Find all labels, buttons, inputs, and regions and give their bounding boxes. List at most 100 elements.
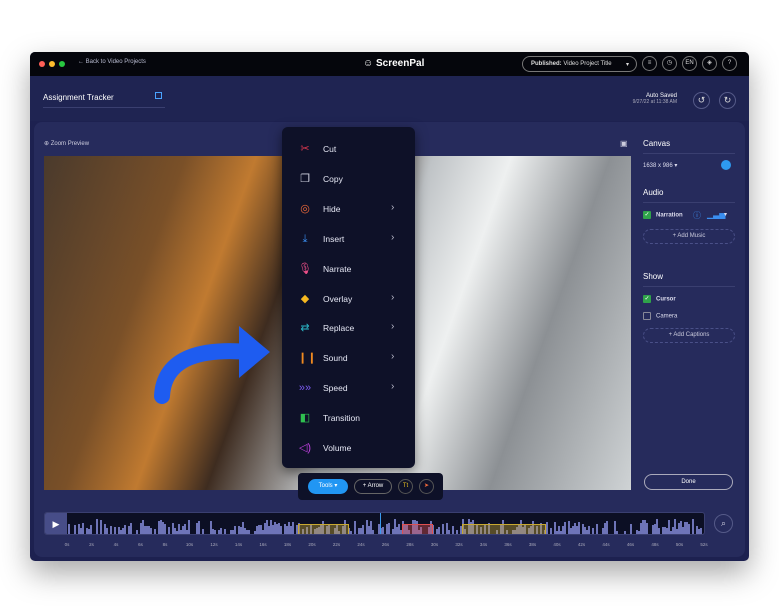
transition-icon: ◧: [299, 412, 311, 425]
timeline-zoom-button[interactable]: ⌕: [714, 514, 733, 533]
waveform-bar: [136, 529, 138, 534]
zoom-icon: ⊕: [44, 141, 51, 147]
maximize-window-button[interactable]: [59, 61, 65, 67]
cursor-label: Cursor: [656, 296, 676, 303]
timeline-tick-label: 6s: [138, 542, 143, 547]
waveform-bar: [606, 520, 608, 534]
add-music-label: Add Music: [677, 233, 706, 239]
narration-label: Narration: [656, 212, 683, 219]
menu-item-volume[interactable]: ◁) Volume: [282, 433, 415, 463]
camera-snapshot-icon[interactable]: ▣: [620, 139, 628, 148]
timeline-tick-label: 12s: [210, 542, 218, 547]
waveform-bar: [588, 526, 590, 534]
redo-button[interactable]: ↻: [719, 92, 736, 109]
waveform-bar: [198, 520, 200, 534]
annotation-toolbar: Tools ▾ + Arrow Tt ➤: [298, 473, 443, 500]
chevron-right-icon: ›: [391, 231, 395, 243]
waveform-bar: [442, 524, 444, 534]
volume-level-icon[interactable]: ▁▃▅: [707, 210, 725, 219]
insert-icon: ⤓: [302, 232, 308, 245]
back-link[interactable]: ← Back to Video Projects: [78, 59, 146, 65]
menu-item-label: Narrate: [323, 263, 352, 274]
timeline-tick-label: 44s: [602, 542, 610, 547]
sound-wave-icon: ❙❙: [298, 352, 317, 365]
menu-item-insert[interactable]: ⤓ Insert ›: [282, 224, 415, 254]
add-music-button[interactable]: + Add Music: [643, 229, 735, 244]
timeline-tick-label: 28s: [406, 542, 414, 547]
cursor-checkbox[interactable]: ✓: [643, 295, 651, 303]
history-icon[interactable]: ◷: [662, 56, 677, 71]
camera-checkbox[interactable]: [643, 312, 651, 320]
menu-item-cut[interactable]: ✂ Cut: [282, 134, 415, 164]
layers-icon[interactable]: ◈: [702, 56, 717, 71]
microphone-icon: 🎙: [298, 262, 312, 275]
menu-item-replace[interactable]: ⇄ Replace ›: [282, 313, 415, 343]
waveform-bar: [448, 529, 450, 534]
waveform-bar: [150, 527, 152, 534]
add-captions-button[interactable]: + Add Captions: [643, 328, 735, 343]
timeline-tick-label: 2s: [89, 542, 94, 547]
volume-icon: ◁): [298, 442, 312, 454]
canvas-size-dropdown[interactable]: 1638 x 986 ▾: [643, 160, 735, 170]
narration-checkbox[interactable]: ✓: [643, 211, 651, 219]
waveform-bar: [164, 524, 166, 534]
timeline-tick-label: 48s: [651, 542, 659, 547]
publish-dropdown[interactable]: Published: Video Project Title ▾: [522, 56, 637, 72]
menu-item-hide[interactable]: ◎ Hide ›: [282, 194, 415, 224]
canvas-section: Canvas 1638 x 986 ▾: [643, 139, 735, 170]
chevron-right-icon: ›: [391, 321, 395, 333]
waveform-bar: [74, 524, 76, 534]
waveform-bar: [106, 527, 108, 534]
close-window-button[interactable]: [39, 61, 45, 67]
timeline-tick-label: 20s: [308, 542, 316, 547]
timeline-tick-label: 30s: [430, 542, 439, 547]
timeline-tick-label: 18s: [283, 542, 292, 547]
cursor-tool-icon[interactable]: ➤: [419, 479, 434, 494]
project-title[interactable]: Assignment Tracker: [43, 93, 165, 108]
menu-item-label: Transition: [323, 413, 361, 424]
waveform-bar: [234, 526, 236, 534]
waveform-bar: [100, 519, 102, 534]
menu-item-transition[interactable]: ◧ Transition: [282, 403, 415, 433]
menu-item-sound[interactable]: ❙❙ Sound ›: [282, 343, 415, 373]
done-button[interactable]: Done: [644, 474, 733, 490]
waveform-bar: [280, 525, 282, 534]
timeline-segment[interactable]: [298, 524, 349, 534]
timeline[interactable]: ▶: [44, 512, 705, 535]
waveform-bar: [646, 522, 648, 534]
replace-icon: ⇄: [300, 322, 310, 335]
playhead[interactable]: [380, 513, 382, 534]
tools-button[interactable]: Tools ▾: [308, 479, 348, 494]
undo-button[interactable]: ↺: [693, 92, 710, 109]
waveform-bar: [624, 530, 626, 534]
info-icon[interactable]: ⓘ: [693, 210, 701, 221]
timeline-tick-label: 50s: [675, 542, 684, 547]
canvas-heading: Canvas: [643, 139, 735, 154]
add-captions-label: Add Captions: [673, 332, 710, 338]
text-tool-button[interactable]: Tt: [398, 479, 413, 494]
timeline-segment[interactable]: [402, 524, 434, 534]
language-button[interactable]: EN: [682, 56, 697, 71]
minimize-window-button[interactable]: [49, 61, 55, 67]
timeline-segment[interactable]: [462, 524, 546, 534]
edit-icon[interactable]: [155, 92, 162, 99]
show-heading: Show: [643, 272, 735, 287]
chevron-right-icon: ›: [391, 291, 395, 303]
menu-item-copy[interactable]: ❐ Copy: [282, 164, 415, 194]
menu-item-label: Hide: [323, 203, 341, 214]
waveform-bar: [188, 520, 190, 534]
timeline-tick-label: 46s: [626, 542, 635, 547]
timeline-tick-label: 38s: [528, 542, 537, 547]
menu-item-narrate[interactable]: 🎙 Narrate: [282, 254, 415, 284]
list-icon[interactable]: ≡: [642, 56, 657, 71]
canvas-color-swatch[interactable]: [721, 160, 731, 170]
tools-menu: ✂ Cut ❐ Copy ◎ Hide › ⤓ Insert › 🎙 Narrate ◆ Overlay ›…: [282, 127, 415, 468]
menu-item-overlay[interactable]: ◆ Overlay ›: [282, 284, 415, 314]
help-icon[interactable]: ?: [722, 56, 737, 71]
zoom-preview-button[interactable]: ⊕ Zoom Preview: [44, 140, 89, 147]
add-arrow-button[interactable]: + Arrow: [354, 479, 392, 494]
caret-down-icon: ▾: [625, 62, 629, 68]
caret-down-icon[interactable]: ▾: [724, 211, 727, 218]
play-button[interactable]: ▶: [45, 513, 67, 534]
menu-item-speed[interactable]: »» Speed ›: [282, 373, 415, 403]
